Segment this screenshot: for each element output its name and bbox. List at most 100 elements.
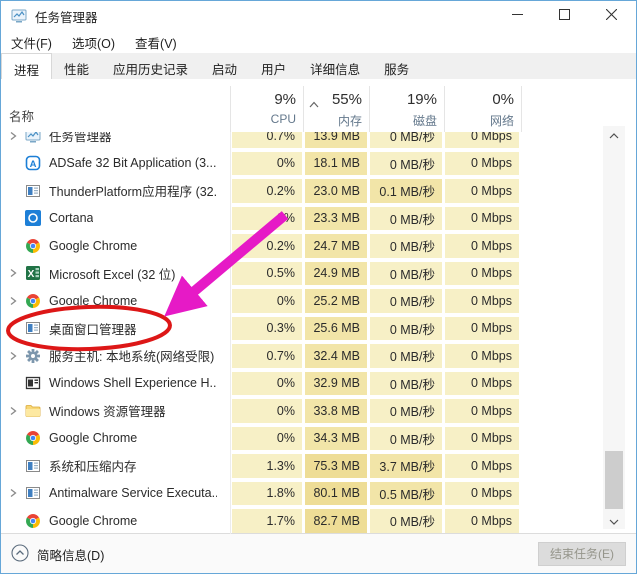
network-cell: 0 Mbps — [445, 454, 519, 478]
maximize-button[interactable] — [541, 1, 588, 31]
tab-1[interactable]: 性能 — [52, 53, 101, 79]
process-name: Cortana — [49, 211, 93, 225]
network-cell: 0 Mbps — [445, 482, 519, 506]
expand-chevron-icon[interactable] — [6, 406, 20, 416]
table-row[interactable]: Google Chrome 0.2% 24.7 MB 0 MB/秒 0 Mbps — [1, 232, 636, 260]
vertical-scrollbar[interactable] — [603, 126, 625, 529]
table-row[interactable]: Windows 资源管理器 0% 33.8 MB 0 MB/秒 0 Mbps — [1, 397, 636, 425]
cpu-cell: 0% — [232, 372, 302, 396]
tab-4[interactable]: 用户 — [249, 53, 298, 79]
cpu-cell: 0% — [232, 399, 302, 423]
table-row[interactable]: ThunderPlatform应用程序 (32... 0.2% 23.0 MB … — [1, 177, 636, 205]
expand-chevron-icon[interactable] — [6, 296, 20, 306]
tab-6[interactable]: 服务 — [372, 53, 421, 79]
expand-chevron-icon[interactable] — [6, 488, 20, 498]
memory-cell: 82.7 MB — [305, 509, 367, 533]
disk-cell: 0 MB/秒 — [370, 427, 442, 451]
table-row[interactable]: X Microsoft Excel (32 位) 0.5% 24.9 MB 0 … — [1, 260, 636, 288]
scroll-down-button[interactable] — [603, 512, 625, 529]
memory-cell: 32.9 MB — [305, 372, 367, 396]
fewer-details-toggle[interactable]: 简略信息(D) — [11, 544, 104, 565]
disk-cell: 0 MB/秒 — [370, 132, 442, 148]
maximize-icon — [559, 7, 570, 25]
scroll-up-button[interactable] — [603, 126, 625, 143]
column-header-name[interactable]: 名称 — [9, 106, 34, 125]
memory-cell: 32.4 MB — [305, 344, 367, 368]
column-header-memory[interactable]: 55% 内存 — [303, 86, 369, 132]
table-row[interactable]: Antimalware Service Executa... 1.8% 80.1… — [1, 480, 636, 508]
table-row[interactable]: Cortana 0% 23.3 MB 0 MB/秒 0 Mbps — [1, 205, 636, 233]
process-name: 桌面窗口管理器 — [49, 319, 137, 338]
cpu-cell: 1.8% — [232, 482, 302, 506]
network-cell: 0 Mbps — [445, 317, 519, 341]
adsafe-icon: A — [25, 155, 41, 171]
tab-2[interactable]: 应用历史记录 — [101, 53, 200, 79]
minimize-button[interactable] — [494, 1, 541, 31]
tab-3[interactable]: 启动 — [200, 53, 249, 79]
network-cell: 0 Mbps — [445, 152, 519, 176]
chrome-icon — [25, 293, 41, 309]
expand-chevron-icon[interactable] — [6, 132, 20, 141]
footer-bar: 简略信息(D) 结束任务(E) — [1, 533, 636, 573]
tab-processes[interactable]: 进程 — [1, 53, 52, 79]
chevron-up-icon — [609, 126, 619, 144]
process-name: ThunderPlatform应用程序 (32... — [49, 181, 217, 200]
task-manager-icon — [25, 132, 41, 144]
expand-chevron-icon[interactable] — [6, 268, 20, 278]
gear-icon — [25, 348, 41, 364]
close-icon — [606, 7, 617, 25]
network-cell: 0 Mbps — [445, 399, 519, 423]
table-header: 名称 9% CPU 55% 内存 19% 磁盘 0% 网络 — [1, 86, 636, 133]
memory-cell: 24.7 MB — [305, 234, 367, 258]
expand-chevron-icon[interactable] — [6, 351, 20, 361]
memory-cell: 34.3 MB — [305, 427, 367, 451]
process-name: ADSafe 32 Bit Application (3... — [49, 156, 216, 170]
memory-cell: 24.9 MB — [305, 262, 367, 286]
network-cell: 0 Mbps — [445, 262, 519, 286]
cpu-cell: 0.3% — [232, 317, 302, 341]
column-header-disk[interactable]: 19% 磁盘 — [369, 86, 444, 132]
process-name: Windows Shell Experience H... — [49, 376, 217, 390]
cpu-cell: 0% — [232, 427, 302, 451]
table-row[interactable]: 任务管理器 0.7% 13.9 MB 0 MB/秒 0 Mbps — [1, 132, 636, 150]
chrome-icon — [25, 513, 41, 529]
window-controls — [494, 1, 635, 31]
network-total-percent: 0% — [445, 91, 514, 108]
disk-cell: 0 MB/秒 — [370, 344, 442, 368]
app-window-icon — [25, 183, 41, 199]
disk-cell: 0 MB/秒 — [370, 152, 442, 176]
process-name: Antimalware Service Executa... — [49, 486, 217, 500]
table-row[interactable]: 系统和压缩内存 1.3% 75.3 MB 3.7 MB/秒 0 Mbps — [1, 452, 636, 480]
menu-view[interactable]: 查看(V) — [125, 31, 187, 54]
table-row[interactable]: Google Chrome 0% 34.3 MB 0 MB/秒 0 Mbps — [1, 425, 636, 453]
cpu-total-percent: 9% — [231, 91, 296, 108]
column-header-network[interactable]: 0% 网络 — [444, 86, 521, 132]
scrollbar-thumb[interactable] — [605, 451, 623, 509]
table-row[interactable]: A ADSafe 32 Bit Application (3... 0% 18.… — [1, 150, 636, 178]
process-name: Google Chrome — [49, 431, 137, 445]
disk-cell: 0 MB/秒 — [370, 289, 442, 313]
close-button[interactable] — [588, 1, 635, 31]
column-header-cpu[interactable]: 9% CPU — [230, 86, 303, 132]
memory-cell: 18.1 MB — [305, 152, 367, 176]
disk-cell: 0 MB/秒 — [370, 207, 442, 231]
process-rows: 任务管理器 0.7% 13.9 MB 0 MB/秒 0 Mbps A ADSaf… — [1, 132, 636, 534]
disk-cell: 0 MB/秒 — [370, 509, 442, 533]
menu-options[interactable]: 选项(O) — [62, 31, 125, 54]
table-row[interactable]: Windows Shell Experience H... 0% 32.9 MB… — [1, 370, 636, 398]
table-row[interactable]: 服务主机: 本地系统(网络受限) (... 0.7% 32.4 MB 0 MB/… — [1, 342, 636, 370]
table-row[interactable]: Google Chrome 0% 25.2 MB 0 MB/秒 0 Mbps — [1, 287, 636, 315]
task-manager-window: 任务管理器 文件(F) 选项(O) 查看(V) 进程性能应用历史记录启动用户详细… — [0, 0, 637, 574]
process-name: Google Chrome — [49, 514, 137, 528]
disk-total-percent: 19% — [370, 91, 437, 108]
app-window-icon — [25, 458, 41, 474]
network-cell: 0 Mbps — [445, 179, 519, 203]
end-task-button[interactable]: 结束任务(E) — [538, 542, 626, 566]
menu-file[interactable]: 文件(F) — [1, 31, 62, 54]
table-row[interactable]: 桌面窗口管理器 0.3% 25.6 MB 0 MB/秒 0 Mbps — [1, 315, 636, 343]
table-row[interactable]: Google Chrome 1.7% 82.7 MB 0 MB/秒 0 Mbps — [1, 507, 636, 534]
tab-5[interactable]: 详细信息 — [298, 53, 372, 79]
cpu-cell: 1.3% — [232, 454, 302, 478]
shell-window-icon — [25, 375, 41, 391]
network-cell: 0 Mbps — [445, 234, 519, 258]
